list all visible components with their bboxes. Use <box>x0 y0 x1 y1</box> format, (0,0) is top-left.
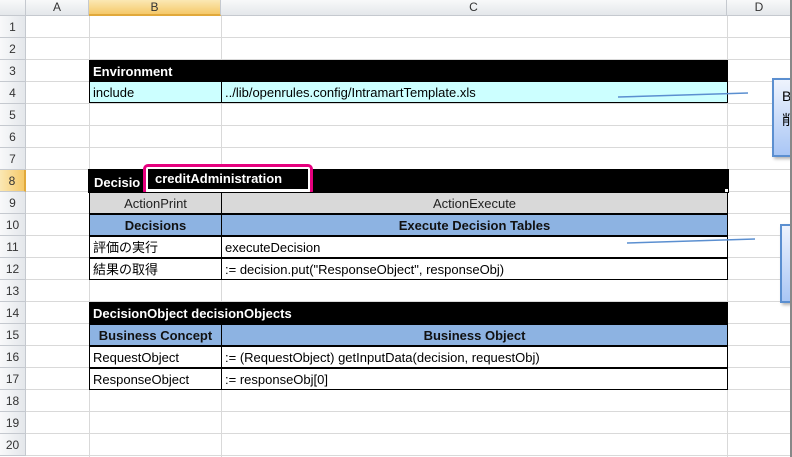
callout-connector-line <box>617 92 749 98</box>
callout-connectors <box>617 92 756 244</box>
callout-connector-line <box>626 238 756 244</box>
comment-callout[interactable]: B 削 <box>772 78 792 157</box>
